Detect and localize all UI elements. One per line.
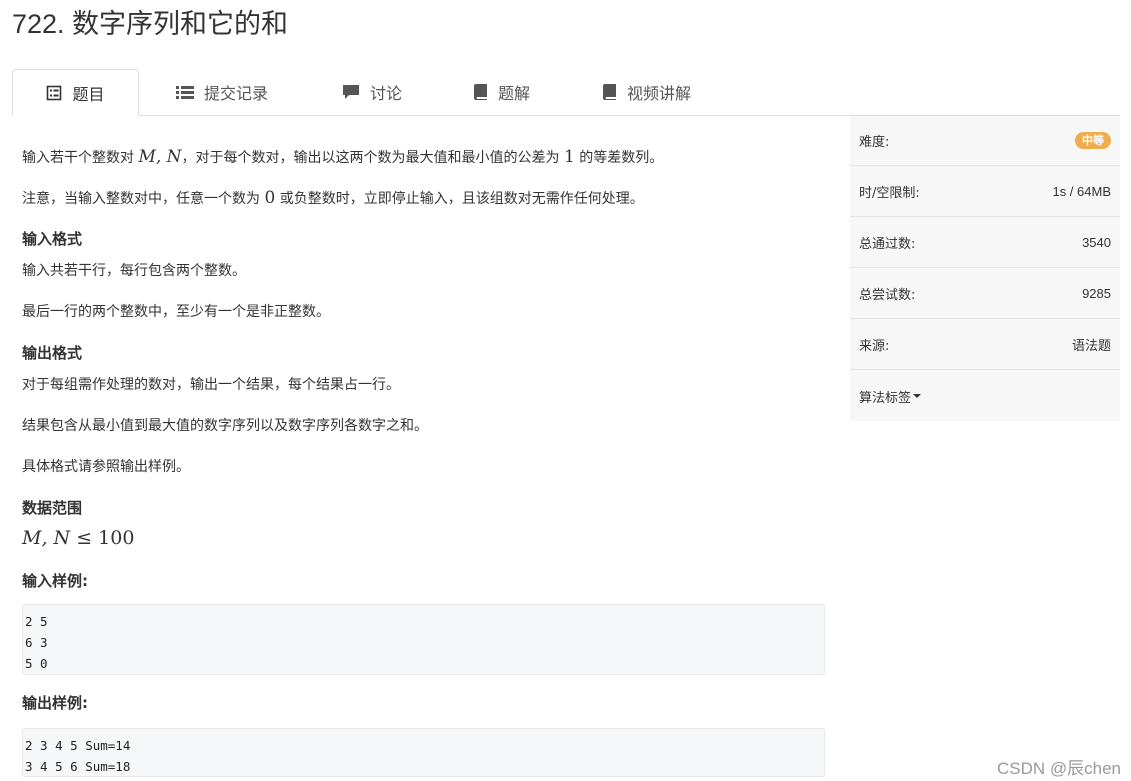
tab-label: 题解: [497, 84, 530, 103]
sample-output-code[interactable]: 2 3 4 5 Sum=14 3 4 5 6 Sum=18: [22, 728, 825, 777]
comment-icon: [342, 84, 360, 100]
limit-label: 时/空限制:: [859, 186, 920, 201]
note-text-part: 或负整数时，立即停止输入，且该组数对无需作任何处理。: [275, 191, 644, 207]
output-format-heading: 输出格式: [22, 344, 83, 362]
tried-label: 总尝试数:: [859, 288, 916, 303]
watermark: CSDN @辰chen: [996, 759, 1121, 778]
output-format-text: 对于每组需作处理的数对，输出一个结果，每个结果占一行。: [22, 377, 400, 393]
document-list-icon: [46, 85, 62, 101]
page-title: 722. 数字序列和它的和: [12, 9, 289, 39]
difficulty-badge: 中等: [1075, 132, 1111, 149]
math-variables: M, N: [22, 527, 71, 549]
tried-row: 总尝试数: 9285: [850, 269, 1120, 319]
note-text: 注意，当输入整数对中，任意一个数为 0 或负整数时，立即停止输入，且该组数对无需…: [22, 188, 644, 209]
limit-value: 1s / 64MB: [1052, 184, 1111, 199]
limit-row: 时/空限制: 1s / 64MB: [850, 167, 1120, 217]
source-value[interactable]: 语法题: [1072, 335, 1111, 354]
input-format-text: 输入共若干行，每行包含两个整数。: [22, 263, 246, 279]
data-range-formula: M, N ≤ 100: [22, 526, 134, 550]
algorithm-tags-toggle[interactable]: 算法标签: [850, 371, 1120, 421]
tab-bar: 题目 提交记录 讨论 题解 视频讲解: [12, 69, 1120, 116]
math-number: 100: [98, 527, 135, 549]
sample-input-heading: 输入样例:: [22, 572, 88, 590]
list-icon: [175, 84, 194, 100]
passed-row: 总通过数: 3540: [850, 218, 1120, 268]
math-number: 1: [564, 147, 575, 167]
tab-label: 提交记录: [203, 84, 268, 103]
difficulty-label: 难度:: [859, 135, 890, 150]
passed-label: 总通过数:: [859, 237, 916, 252]
difficulty-row: 难度: 中等: [850, 116, 1120, 166]
tab-video[interactable]: 视频讲解: [582, 69, 712, 115]
book-icon: [473, 84, 488, 100]
algorithm-tags-label: 算法标签: [859, 390, 912, 406]
tab-label: 视频讲解: [626, 84, 691, 103]
math-operator: ≤: [70, 527, 99, 549]
tab-problem[interactable]: 题目: [12, 69, 139, 116]
intro-text-part: ，对于每个数对，输出以这两个数为最大值和最小值的公差为: [181, 150, 564, 166]
sample-input-code[interactable]: 2 5 6 3 5 0: [22, 604, 825, 675]
intro-text-part: 的等差数列。: [574, 150, 664, 166]
source-row: 来源: 语法题: [850, 320, 1120, 370]
tried-value: 9285: [1082, 286, 1111, 301]
note-text-part: 注意，当输入整数对中，任意一个数为: [22, 191, 265, 207]
tab-submissions[interactable]: 提交记录: [162, 69, 282, 115]
math-number: 0: [264, 188, 276, 208]
tab-solutions[interactable]: 题解: [452, 69, 552, 115]
tab-discussion[interactable]: 讨论: [322, 69, 422, 115]
passed-value: 3540: [1082, 235, 1111, 250]
source-label: 来源:: [859, 339, 890, 354]
input-format-text: 最后一行的两个整数中，至少有一个是非正整数。: [22, 304, 330, 320]
input-format-heading: 输入格式: [22, 230, 83, 248]
data-range-heading: 数据范围: [22, 499, 83, 517]
book-icon: [602, 84, 617, 100]
intro-text: 输入若干个整数对 M, N，对于每个数对，输出以这两个数为最大值和最小值的公差为…: [22, 147, 663, 168]
sample-output-heading: 输出样例:: [22, 694, 88, 712]
tab-label: 题目: [72, 84, 105, 104]
math-variables: M, N: [138, 147, 182, 167]
intro-text-part: 输入若干个整数对: [22, 150, 139, 166]
tab-label: 讨论: [369, 84, 402, 103]
output-format-text: 结果包含从最小值到最大值的数字序列以及数字序列各数字之和。: [22, 418, 428, 434]
problem-info-sidebar: 难度: 中等 时/空限制: 1s / 64MB 总通过数: 3540 总尝试数:…: [850, 116, 1120, 421]
output-format-text: 具体格式请参照输出样例。: [22, 459, 190, 475]
caret-down-icon: [913, 394, 922, 398]
